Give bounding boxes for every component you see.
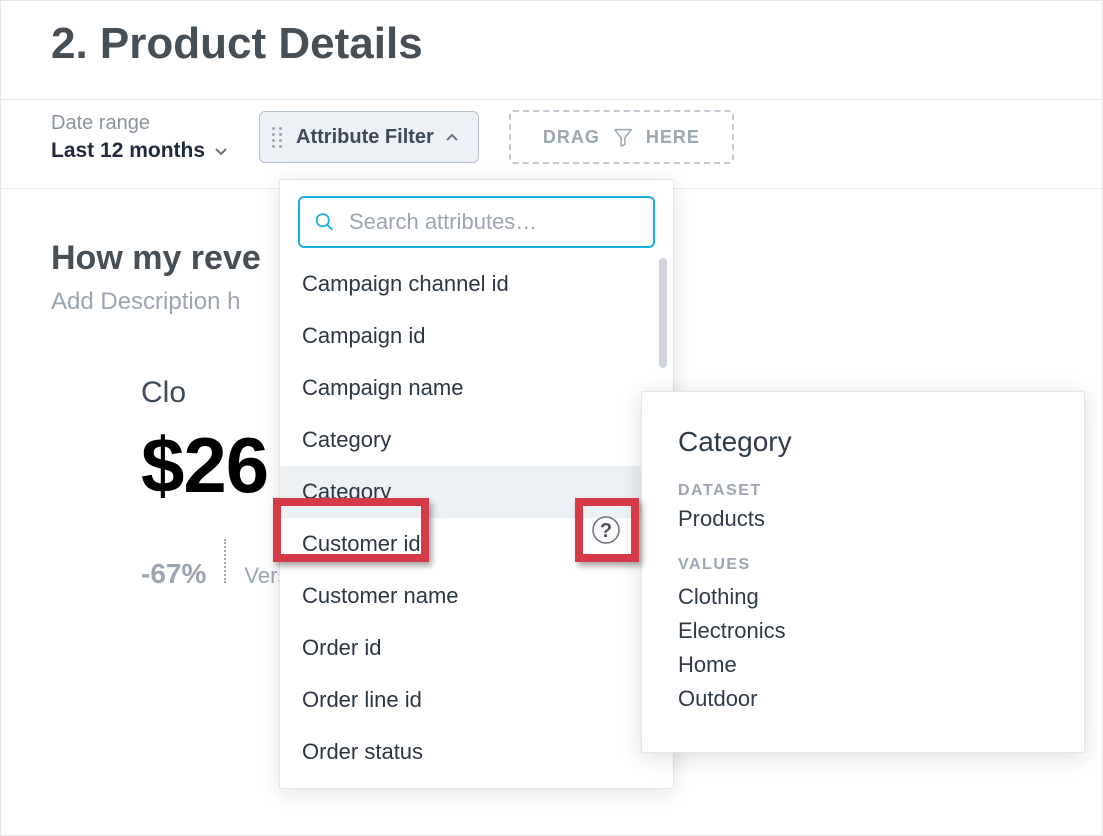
- info-value-item: Clothing: [678, 580, 1048, 614]
- help-icon[interactable]: ?: [591, 515, 621, 545]
- svg-text:?: ?: [600, 520, 612, 542]
- info-values-heading: VALUES: [678, 556, 1048, 574]
- attribute-option[interactable]: Order line id: [280, 674, 673, 726]
- info-dataset-value: Products: [678, 506, 1048, 532]
- search-icon: [314, 210, 335, 234]
- attribute-option[interactable]: Customer name: [280, 570, 673, 622]
- info-values-list: ClothingElectronicsHomeOutdoor: [678, 580, 1048, 716]
- date-range-value: Last 12 months: [51, 139, 205, 163]
- filter-bar: Date range Last 12 months Attribute Filt…: [1, 100, 1102, 189]
- chevron-up-icon: [444, 129, 460, 145]
- attribute-option[interactable]: Order id: [280, 622, 673, 674]
- info-dataset-heading: DATASET: [678, 482, 1048, 500]
- info-value-item: Home: [678, 648, 1048, 682]
- attribute-dropdown: Campaign channel idCampaign idCampaign n…: [279, 179, 674, 789]
- attribute-filter-button[interactable]: Attribute Filter: [259, 111, 479, 163]
- attribute-option[interactable]: Campaign id: [280, 310, 673, 362]
- drag-here-text-right: HERE: [646, 127, 700, 148]
- attribute-option[interactable]: Campaign channel id: [280, 258, 673, 310]
- drag-here-dropzone[interactable]: DRAG HERE: [509, 110, 734, 164]
- info-value-item: Outdoor: [678, 682, 1048, 716]
- section-header: 2. Product Details: [1, 1, 1102, 100]
- attribute-option[interactable]: Category: [280, 466, 673, 518]
- info-title: Category: [678, 426, 1048, 458]
- divider: [224, 539, 226, 583]
- attribute-filter-label: Attribute Filter: [296, 126, 434, 149]
- attribute-search-box[interactable]: [298, 196, 655, 248]
- attribute-option[interactable]: Order status: [280, 726, 673, 778]
- attribute-info-panel: Category DATASET Products VALUES Clothin…: [641, 391, 1085, 753]
- attribute-option[interactable]: Category: [280, 414, 673, 466]
- attribute-option[interactable]: Campaign name: [280, 362, 673, 414]
- date-range-filter[interactable]: Date range Last 12 months: [51, 112, 229, 163]
- attribute-search-input[interactable]: [347, 208, 639, 236]
- chevron-down-icon: [213, 143, 229, 159]
- drag-handle-icon: [272, 124, 286, 150]
- kpi-delta-percent: -67%: [141, 558, 206, 590]
- date-range-label: Date range: [51, 112, 229, 135]
- info-value-item: Electronics: [678, 614, 1048, 648]
- page-title: 2. Product Details: [51, 19, 1052, 69]
- drag-here-text-left: DRAG: [543, 127, 600, 148]
- funnel-icon: [612, 126, 634, 148]
